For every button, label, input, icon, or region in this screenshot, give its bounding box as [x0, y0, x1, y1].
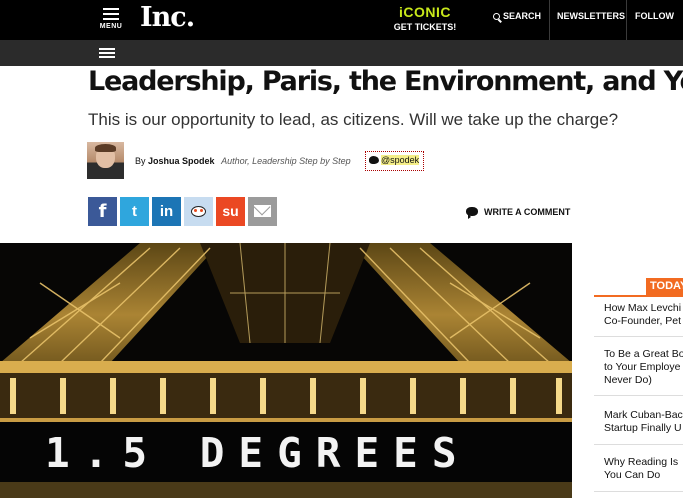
stumbleupon-share-button[interactable]: su [216, 197, 245, 226]
byline: By Joshua Spodek Author, Leadership Step… [135, 156, 351, 166]
byline-prefix: By [135, 156, 146, 166]
sidebar-item-line: Startup Finally U [604, 422, 682, 434]
section-bar [0, 40, 683, 66]
sidebar-item-line: You Can Do [604, 469, 661, 481]
author-avatar[interactable] [87, 142, 124, 179]
menu-button[interactable]: MENU [96, 6, 126, 36]
email-share-button[interactable] [248, 197, 277, 226]
menu-label: MENU [99, 23, 123, 30]
sidebar-item-line: To Be a Great Bo [604, 348, 683, 360]
search-icon [493, 13, 500, 20]
author-role: Author, Leadership Step by Step [221, 156, 351, 166]
today-sidebar: TODAY How Max Levchi Co-Founder, Pet To … [594, 278, 683, 498]
comment-bubble-icon [466, 207, 478, 219]
newsletters-link[interactable]: NEWSLETTERS [549, 0, 625, 40]
list-icon[interactable] [99, 48, 115, 60]
twitter-bird-icon [369, 156, 379, 164]
sidebar-item[interactable]: To Be a Great Bo to Your Employe Never D… [594, 348, 683, 396]
search-label: SEARCH [503, 11, 542, 21]
twitter-handle-link[interactable]: @spodek [365, 151, 425, 171]
sidebar-item-line: Why Reading Is [604, 456, 679, 468]
hero-image: 1.5 DEGREES [0, 243, 572, 498]
write-comment-label: WRITE A COMMENT [484, 207, 571, 217]
today-divider [594, 295, 683, 297]
write-comment-link[interactable]: WRITE A COMMENT [466, 207, 571, 219]
facebook-share-button[interactable]: f [88, 197, 117, 226]
sidebar-item-line: Mark Cuban-Bac [604, 409, 683, 421]
linkedin-share-button[interactable]: in [152, 197, 181, 226]
iconic-brand: iCONIC [399, 4, 451, 20]
sidebar-item-line: Never Do) [604, 374, 652, 386]
inc-logo[interactable]: Inc. [140, 2, 195, 33]
article-subheadline: This is our opportunity to lead, as citi… [88, 110, 619, 129]
sidebar-item[interactable]: Mark Cuban-Bac Startup Finally U [594, 409, 683, 445]
reddit-alien-icon [191, 206, 206, 217]
today-heading: TODAY [646, 278, 683, 295]
article-headline: Leadership, Paris, the Environment, and … [88, 66, 683, 97]
twitter-handle: @spodek [381, 155, 420, 165]
search-button[interactable]: SEARCH [493, 0, 541, 40]
reddit-share-button[interactable] [184, 197, 213, 226]
sidebar-item[interactable]: How Max Levchi Co-Founder, Pet [594, 301, 683, 337]
iconic-promo[interactable]: iCONIC GET TICKETS! [388, 5, 462, 32]
sidebar-item-line: to Your Employe [604, 361, 681, 373]
sidebar-item-line: Co-Founder, Pet [604, 315, 682, 327]
author-name[interactable]: Joshua Spodek [148, 156, 215, 166]
top-nav-bar: MENU Inc. iCONIC GET TICKETS! SEARCH NEW… [0, 0, 683, 40]
hamburger-icon [103, 8, 119, 20]
envelope-icon [254, 205, 271, 217]
follow-link[interactable]: FOLLOW [626, 0, 674, 40]
twitter-share-button[interactable]: t [120, 197, 149, 226]
sidebar-item-line: How Max Levchi [604, 302, 682, 314]
get-tickets-link[interactable]: GET TICKETS! [388, 22, 462, 32]
hero-caption-text: 1.5 DEGREES [45, 429, 471, 477]
sidebar-item[interactable]: Why Reading Is You Can Do [594, 456, 683, 492]
